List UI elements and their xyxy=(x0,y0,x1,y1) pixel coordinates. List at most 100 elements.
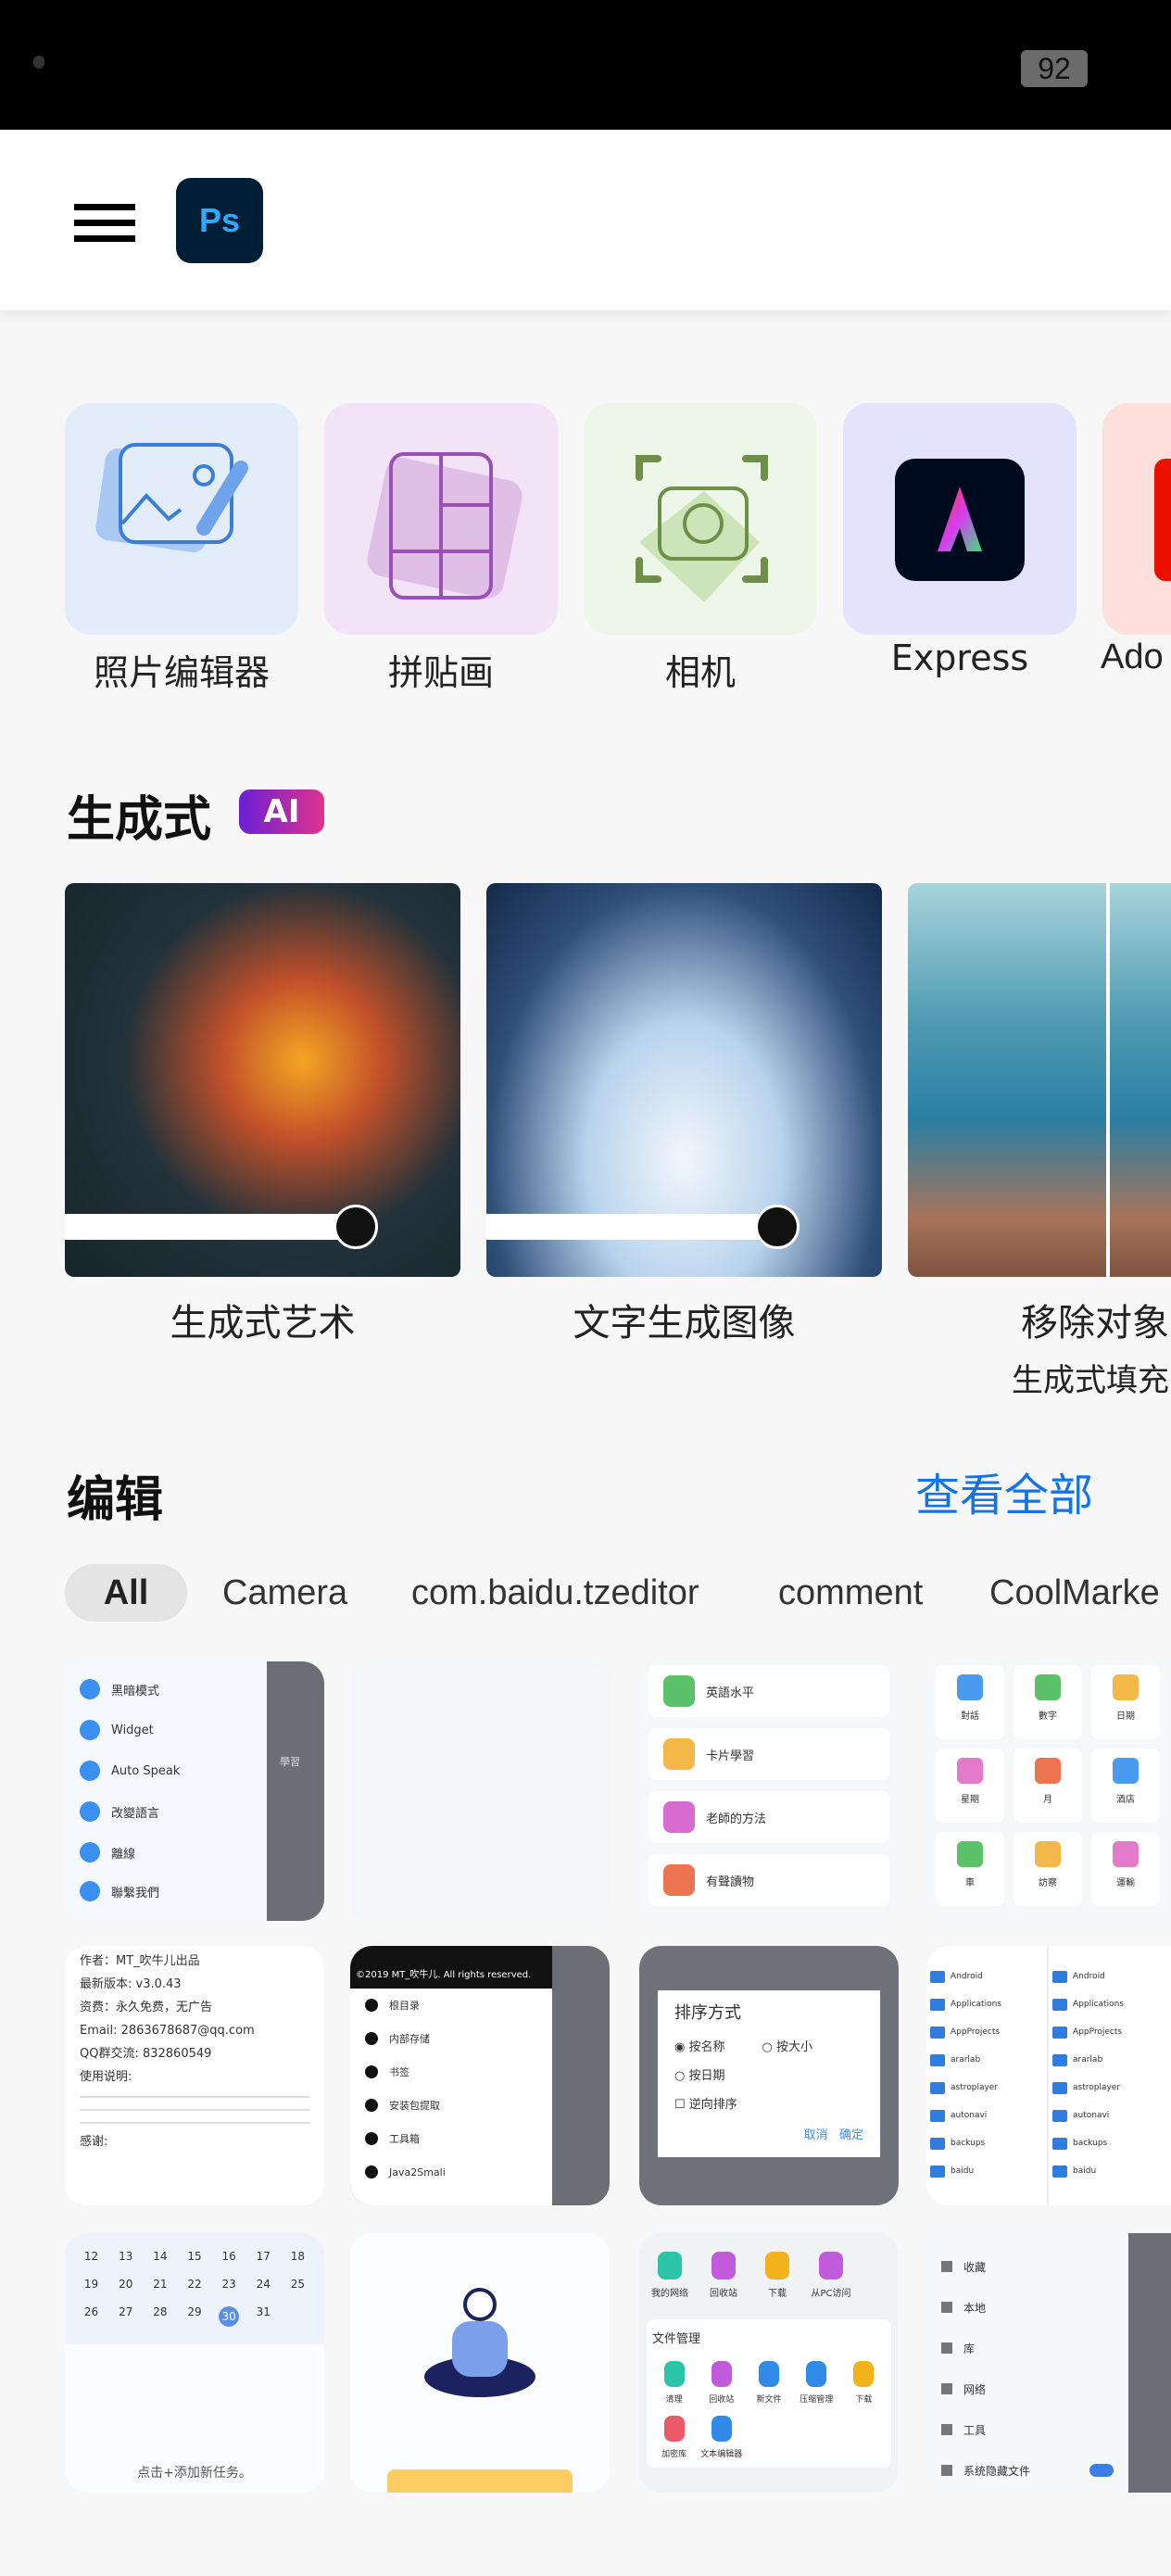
calendar-day: 28 xyxy=(153,2305,168,2318)
text: 最新版本: v3.0.43 xyxy=(80,1977,182,1991)
checkbox-reverse[interactable]: ☐ 逆向排序 xyxy=(674,2094,863,2112)
cancel-button[interactable]: 取消 xyxy=(804,2128,828,2142)
text: 根目录 xyxy=(389,2000,420,2012)
nav-icon xyxy=(941,2424,952,2435)
camera-tile[interactable] xyxy=(584,403,817,635)
calendar: 12 13 14 15 16 17 18 19 20 21 22 23 24 25 26 27 28 29 30 31 xyxy=(65,2233,324,2344)
compare-divider[interactable] xyxy=(1106,883,1110,1277)
filter-chip[interactable]: Camera xyxy=(222,1564,347,1622)
text: 压缩管理 xyxy=(800,2395,834,2405)
grid-item: 數字 xyxy=(1014,1665,1082,1739)
grid-item: 日期 xyxy=(1091,1665,1160,1739)
folder-icon xyxy=(930,1970,945,1983)
folder-icon xyxy=(1052,2026,1067,2039)
radio-date[interactable]: ○ 按日期 xyxy=(674,2065,863,2083)
text: ©2019 MT_吹牛儿. All rights reserved. xyxy=(350,1946,552,1989)
text: 車 xyxy=(965,1878,975,1888)
photo-thumb[interactable]: ©2019 MT_吹牛儿. All rights reserved. 根目录 内部… xyxy=(350,1946,610,2205)
calendar-day: 12 xyxy=(83,2250,99,2263)
text: 下载 xyxy=(768,2289,787,2299)
photo-thumb[interactable]: 黑暗模式 Widget Auto Speak 改變語言 離線 聯繫我們 學習 xyxy=(65,1661,324,1921)
shortcut-icon xyxy=(819,2252,843,2279)
photo-thumb[interactable]: Android Applications AppProjects ararlab ast… xyxy=(926,1946,1171,2205)
adobe-tile[interactable] xyxy=(1102,403,1171,635)
collage-tile[interactable] xyxy=(324,403,558,635)
nav-icon xyxy=(941,2302,952,2313)
shortcut-icon xyxy=(711,2252,736,2279)
photo-thumb[interactable]: 收藏 本地库网络 工具 系统隐藏文件 xyxy=(926,2233,1171,2493)
photo-thumb[interactable]: 對話 數字 日期 星期 月 酒店車 訪察 運輸 xyxy=(926,1661,1171,1921)
folder-item: backups xyxy=(926,2129,1047,2157)
nav-item: 收藏 xyxy=(926,2246,1128,2287)
text: 文件管理 xyxy=(652,2332,701,2346)
category-icon xyxy=(1113,1674,1139,1700)
photo-thumb[interactable]: 排序方式 ◉ 按名称 ○ 按大小 ○ 按日期 ☐ 逆向排序 取消 确定 xyxy=(639,1946,899,2205)
photo-thumb[interactable]: 我的网络 回收站 下载 从PC访问 文件管理 清理 回收站 新文件 压缩管理 下载 加密库 文本编… xyxy=(639,2233,899,2493)
shortcut: 我的网络 xyxy=(647,2252,693,2299)
category-icon xyxy=(1035,1758,1061,1784)
adobe-icon xyxy=(1154,459,1171,581)
shortcut-row: 我的网络 回收站 下载 从PC访问 xyxy=(647,2252,891,2299)
item-icon xyxy=(365,2099,378,2112)
tool-item: 文本编辑器 xyxy=(699,2416,743,2459)
view-all-link[interactable]: 查看全部 xyxy=(915,1458,1093,1523)
photoshop-logo: Ps xyxy=(176,178,263,263)
folder-icon xyxy=(930,2026,945,2039)
express-tile[interactable] xyxy=(843,403,1077,635)
radio-name[interactable]: ◉ 按名称 xyxy=(674,2037,725,2054)
nav-icon xyxy=(941,2383,952,2394)
photo-editor-tile[interactable] xyxy=(65,403,298,635)
item-icon xyxy=(365,2032,378,2045)
card-label: 移除对象 xyxy=(1021,1302,1169,1345)
folder-item: Applications xyxy=(926,1990,1047,2018)
calendar-day: 18 xyxy=(290,2250,306,2263)
drawer-item: 书签 xyxy=(350,2055,552,2089)
generate-icon xyxy=(334,1205,378,1249)
photo-thumb[interactable] xyxy=(350,1661,610,1921)
shortcut-icon xyxy=(658,2252,682,2279)
text: 下载 xyxy=(855,2395,873,2405)
remove-object-card[interactable] xyxy=(908,883,1171,1277)
folder-item: Android xyxy=(1049,1963,1171,1990)
text: Applications xyxy=(1073,2000,1124,2009)
text: Applications xyxy=(951,2000,1001,2009)
category-icon xyxy=(1113,1758,1139,1784)
text: backups xyxy=(1073,2139,1108,2148)
tool-icon xyxy=(663,2416,685,2442)
filter-chip[interactable]: comment xyxy=(778,1564,923,1622)
text: 逆向排序 xyxy=(688,2098,737,2112)
folder-icon xyxy=(1052,2081,1067,2094)
calendar-day: 27 xyxy=(119,2305,133,2318)
cta-banner[interactable] xyxy=(387,2469,573,2493)
calendar-day: 25 xyxy=(290,2278,306,2291)
filter-chip[interactable]: com.baidu.tzeditor xyxy=(411,1564,699,1622)
grid-item: 運輸 xyxy=(1091,1832,1160,1906)
category-icon xyxy=(957,1841,983,1867)
filter-chip-all[interactable]: All xyxy=(65,1564,187,1622)
photo-thumb[interactable]: 作者：MT_吹牛儿出品 最新版本: v3.0.43 资费：永久免费，无广告 Em… xyxy=(65,1946,324,2205)
text: 聯繫我們 xyxy=(111,1886,160,1900)
drawer-item: 工具箱 xyxy=(350,2122,552,2155)
text: 从PC访问 xyxy=(811,2289,851,2299)
ok-button[interactable]: 确定 xyxy=(839,2128,863,2142)
shortcut: 回收站 xyxy=(700,2252,747,2299)
text-to-image-card[interactable] xyxy=(486,883,882,1277)
calendar-day: 13 xyxy=(119,2250,133,2263)
tool-item: 新文件 xyxy=(747,2361,790,2405)
nav-item: 工具 xyxy=(926,2409,1128,2450)
photo-thumb[interactable]: 12 13 14 15 16 17 18 19 20 21 22 23 24 25 26 27 28 29 30 31… xyxy=(65,2233,324,2493)
ai-badge: AI xyxy=(239,789,324,834)
text: 改變語言 xyxy=(111,1806,160,1821)
folder-icon xyxy=(1052,1970,1067,1983)
prompt-bar xyxy=(486,1205,800,1249)
photo-thumb[interactable]: 英語水平 卡片學習 老師的方法 有聲讀物 xyxy=(639,1661,899,1921)
radio-size[interactable]: ○ 按大小 xyxy=(762,2037,813,2054)
hamburger-icon[interactable] xyxy=(74,204,135,242)
text: 使用说明: xyxy=(80,2070,132,2084)
text: Auto Speak xyxy=(111,1763,181,1778)
photo-thumb[interactable] xyxy=(350,2233,610,2493)
generative-art-card[interactable] xyxy=(65,883,460,1277)
filter-chip[interactable]: CoolMarke xyxy=(989,1564,1160,1622)
card-label: 文字生成图像 xyxy=(573,1302,796,1345)
nav-list: 收藏 本地库网络 工具 系统隐藏文件 xyxy=(926,2233,1128,2491)
